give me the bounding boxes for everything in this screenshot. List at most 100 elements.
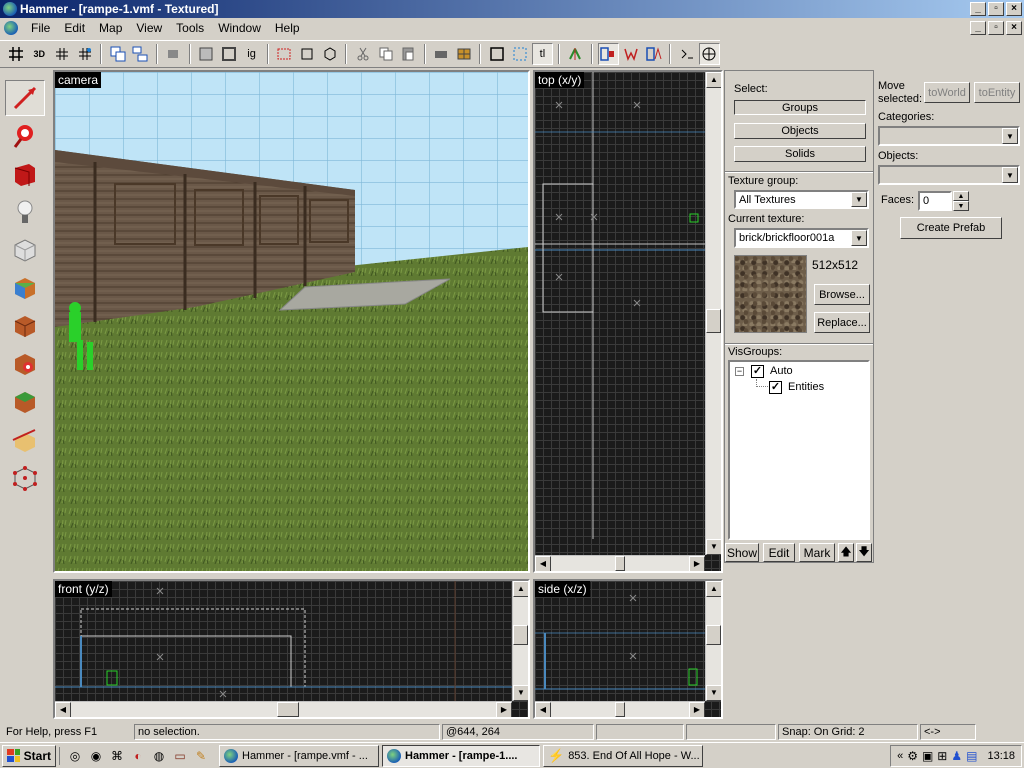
minimize-button[interactable]: _ <box>970 2 986 16</box>
move-up-icon[interactable]: 🡅 <box>838 543 854 562</box>
categories-dropdown[interactable]: ▼ <box>878 126 1020 146</box>
scroll-down-icon[interactable]: ▼ <box>706 539 721 555</box>
scroll-down-icon[interactable]: ▼ <box>706 685 721 701</box>
tool-icon[interactable]: ▭ <box>171 747 189 765</box>
paint-icon[interactable]: ✎ <box>192 747 210 765</box>
tray-expand-icon[interactable]: « <box>897 750 903 762</box>
scroll-thumb[interactable] <box>277 702 299 717</box>
menu-view[interactable]: View <box>129 21 169 35</box>
ie-icon[interactable]: ◎ <box>66 747 84 765</box>
apply-texture-icon[interactable] <box>5 308 45 344</box>
3d-grid-icon[interactable]: 3D <box>29 43 50 65</box>
menu-file[interactable]: File <box>24 21 57 35</box>
top-vertical-scrollbar[interactable]: ▲ ▼ <box>705 72 721 555</box>
vertex-manipulation-icon[interactable] <box>5 460 45 496</box>
faces-input[interactable]: 0 <box>918 191 952 211</box>
maximize-button[interactable]: ▫ <box>988 2 1004 16</box>
texture-lock-icon[interactable] <box>274 43 295 65</box>
menu-edit[interactable]: Edit <box>57 21 92 35</box>
ignore-groups-icon[interactable]: ig <box>241 43 262 65</box>
texture-lock-toggle[interactable]: tl <box>531 43 553 65</box>
toggle-texture-app-icon[interactable] <box>5 270 45 306</box>
overlay-tool-icon[interactable] <box>5 384 45 420</box>
smaller-grid-icon[interactable] <box>52 43 73 65</box>
paste-icon[interactable] <box>398 43 419 65</box>
ungroup-icon[interactable] <box>130 43 151 65</box>
scroll-up-icon[interactable]: ▲ <box>706 72 721 88</box>
scroll-down-icon[interactable]: ▼ <box>513 685 528 701</box>
menu-window[interactable]: Window <box>211 21 268 35</box>
side-vertical-scrollbar[interactable]: ▲ ▼ <box>705 581 721 701</box>
flip-icon[interactable] <box>565 43 586 65</box>
task-button-hammer-rampe-1[interactable]: Hammer - [rampe-1.... <box>382 744 540 767</box>
larger-grid-icon[interactable] <box>74 43 95 65</box>
current-texture-dropdown[interactable]: brick/brickfloor001a ▼ <box>734 228 869 248</box>
texture-preview[interactable] <box>734 255 807 333</box>
texture-scale-lock-icon[interactable] <box>297 43 318 65</box>
compass-icon[interactable] <box>698 43 720 65</box>
vertex-tool-icon[interactable] <box>676 43 697 65</box>
top-viewport[interactable]: top (x/y) ▲ ▼ ◀ ▶ <box>533 70 723 573</box>
ime-tray-icon[interactable]: ▤ <box>966 749 977 763</box>
to-entity-button[interactable]: toEntity <box>974 82 1020 103</box>
front-viewport[interactable]: front (y/z) ▲ ▼ ◀ ▶ <box>53 579 530 719</box>
menu-map[interactable]: Map <box>92 21 129 35</box>
browse-button[interactable]: Browse... <box>814 284 870 305</box>
render-3d-icon[interactable] <box>597 43 619 65</box>
grid-toggle-icon[interactable] <box>6 43 27 65</box>
magnify-tool-icon[interactable] <box>5 118 45 154</box>
scroll-up-icon[interactable]: ▲ <box>513 581 528 597</box>
scroll-left-icon[interactable]: ◀ <box>535 702 551 717</box>
visgroup-entities-checkbox[interactable]: ✓ <box>769 381 782 394</box>
media-icon[interactable]: ◍ <box>150 747 168 765</box>
select-dashed-icon[interactable] <box>509 43 530 65</box>
close-button[interactable]: × <box>1006 2 1022 16</box>
side-viewport[interactable]: side (x/z) ▲ ▼ ◀ ▶ <box>533 579 723 719</box>
doc-restore-button[interactable]: ▫ <box>988 21 1004 35</box>
texture-app-icon[interactable] <box>454 43 475 65</box>
scroll-thumb[interactable] <box>615 556 625 571</box>
replace-button[interactable]: Replace... <box>814 312 870 333</box>
create-prefab-button[interactable]: Create Prefab <box>900 217 1002 239</box>
scroll-thumb[interactable] <box>706 309 721 333</box>
visgroups-tree[interactable]: − ✓ Auto ✓ Entities <box>728 360 870 540</box>
scroll-up-icon[interactable]: ▲ <box>706 581 721 597</box>
texture-group-dropdown[interactable]: All Textures ▼ <box>734 190 869 209</box>
network-tray-icon[interactable]: ⊞ <box>937 749 947 763</box>
app-icon[interactable]: ◐ <box>129 747 147 765</box>
chevron-down-icon[interactable]: ▼ <box>851 192 867 207</box>
visgroup-auto-label[interactable]: Auto <box>770 365 793 377</box>
visgroup-auto-checkbox[interactable]: ✓ <box>751 365 764 378</box>
menu-help[interactable]: Help <box>268 21 307 35</box>
doc-minimize-button[interactable]: _ <box>970 21 986 35</box>
faces-decrement-icon[interactable]: ▼ <box>953 201 969 211</box>
scroll-thumb[interactable] <box>615 702 625 717</box>
side-horizontal-scrollbar[interactable]: ◀ ▶ <box>535 701 705 717</box>
select-solids-button[interactable]: Solids <box>734 146 866 162</box>
scroll-thumb[interactable] <box>513 625 528 645</box>
display-tray-icon[interactable]: ▣ <box>922 749 933 763</box>
scroll-right-icon[interactable]: ▶ <box>689 556 705 571</box>
steam-icon[interactable]: ◉ <box>87 747 105 765</box>
selection-box-icon[interactable] <box>486 43 507 65</box>
doc-close-button[interactable]: × <box>1006 21 1022 35</box>
network-icon[interactable]: ⌘ <box>108 747 126 765</box>
faces-increment-icon[interactable]: ▲ <box>953 191 969 201</box>
block-tool-icon[interactable] <box>5 232 45 268</box>
carve-icon[interactable] <box>196 43 217 65</box>
camera-tool-icon[interactable] <box>5 156 45 192</box>
top-horizontal-scrollbar[interactable]: ◀ ▶ <box>535 555 705 571</box>
hide-selected-icon[interactable] <box>163 43 184 65</box>
clipping-tool-icon[interactable] <box>5 422 45 458</box>
front-horizontal-scrollbar[interactable]: ◀ ▶ <box>55 701 512 717</box>
to-world-button[interactable]: toWorld <box>924 82 970 103</box>
selection-tool-icon[interactable] <box>5 80 45 116</box>
visgroup-mark-button[interactable]: Mark <box>799 543 835 562</box>
scroll-right-icon[interactable]: ▶ <box>496 702 512 717</box>
steam-tray-icon[interactable]: ⚙ <box>907 749 918 763</box>
scroll-left-icon[interactable]: ◀ <box>535 556 551 571</box>
hide-items-icon[interactable] <box>431 43 452 65</box>
wireframe-icon[interactable] <box>621 43 642 65</box>
camera-viewport[interactable]: camera <box>53 70 530 573</box>
start-button[interactable]: Start <box>2 744 56 767</box>
